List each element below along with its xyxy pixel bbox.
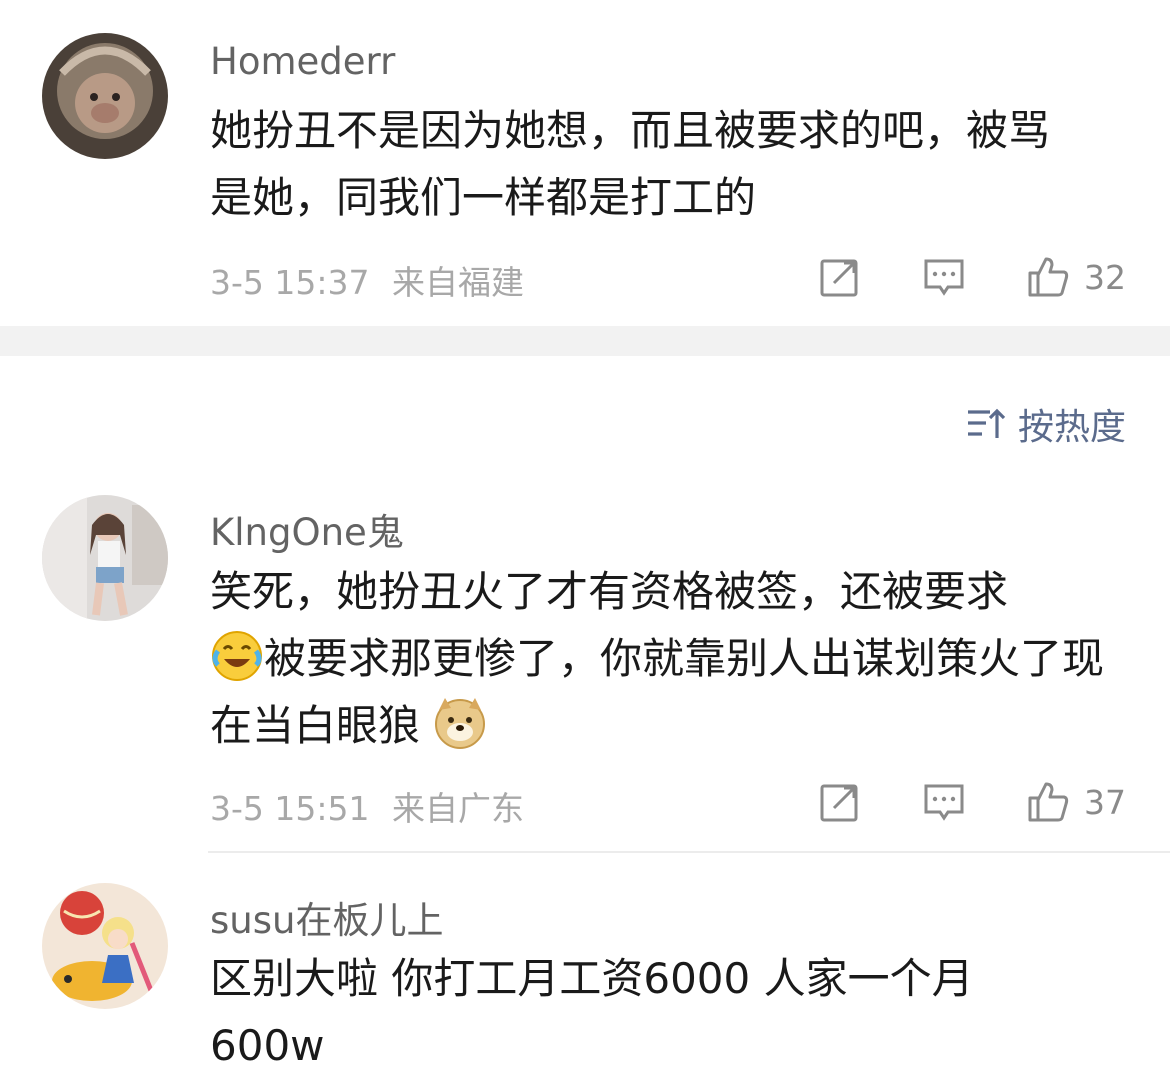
username[interactable]: KlngOne鬼 bbox=[210, 502, 404, 556]
comment-actions: 32 bbox=[818, 252, 1126, 302]
location: 来自福建 bbox=[392, 263, 524, 302]
timestamp: 3-5 15:37 bbox=[210, 263, 370, 302]
comment-text: 笑死，她扮丑火了才有资格被签，还被要求 被要求那更惨了，你就靠别人出谋划策火了现… bbox=[210, 558, 1110, 759]
comment-text: 她扮丑不是因为她想，而且被要求的吧，被骂是她，同我们一样都是打工的 bbox=[210, 106, 1051, 222]
sort-label: 按热度 bbox=[1017, 407, 1126, 448]
laughing-tears-emoji bbox=[210, 629, 264, 683]
avatar[interactable] bbox=[42, 883, 168, 1009]
comment-meta: 3-5 15:51 来自广东 bbox=[210, 782, 524, 830]
like-count: 32 bbox=[1084, 257, 1126, 297]
doge-emoji bbox=[433, 696, 487, 750]
section-divider bbox=[0, 326, 1170, 356]
comment-separator bbox=[208, 851, 1170, 853]
share-icon[interactable] bbox=[818, 255, 862, 299]
comment-text: 区别大啦 你打工月工资6000 人家一个月600w bbox=[210, 954, 974, 1070]
avatar[interactable] bbox=[42, 33, 168, 159]
thumbs-up-icon[interactable] bbox=[1026, 780, 1070, 824]
reply-icon[interactable] bbox=[922, 780, 966, 824]
reply-icon[interactable] bbox=[922, 255, 966, 299]
comment-meta: 3-5 15:37 来自福建 bbox=[210, 256, 524, 304]
thumbs-up-icon[interactable] bbox=[1026, 255, 1070, 299]
like-count: 37 bbox=[1084, 782, 1126, 822]
sort-by-hot-button[interactable]: 按热度 bbox=[966, 398, 1126, 450]
username[interactable]: Homederr bbox=[210, 40, 395, 83]
comment-actions: 37 bbox=[818, 777, 1126, 827]
avatar[interactable] bbox=[42, 495, 168, 621]
comment-text-part1: 笑死，她扮丑火了才有资格被签，还被要求 bbox=[210, 567, 1009, 616]
timestamp: 3-5 15:51 bbox=[210, 789, 370, 828]
comment-text-part2: 被要求那更惨了，你就靠别人出谋划策火了现在当白眼狼 bbox=[210, 634, 1105, 750]
username[interactable]: susu在板儿上 bbox=[210, 890, 443, 944]
share-icon[interactable] bbox=[818, 780, 862, 824]
sort-icon bbox=[966, 406, 1006, 442]
location: 来自广东 bbox=[392, 789, 524, 828]
